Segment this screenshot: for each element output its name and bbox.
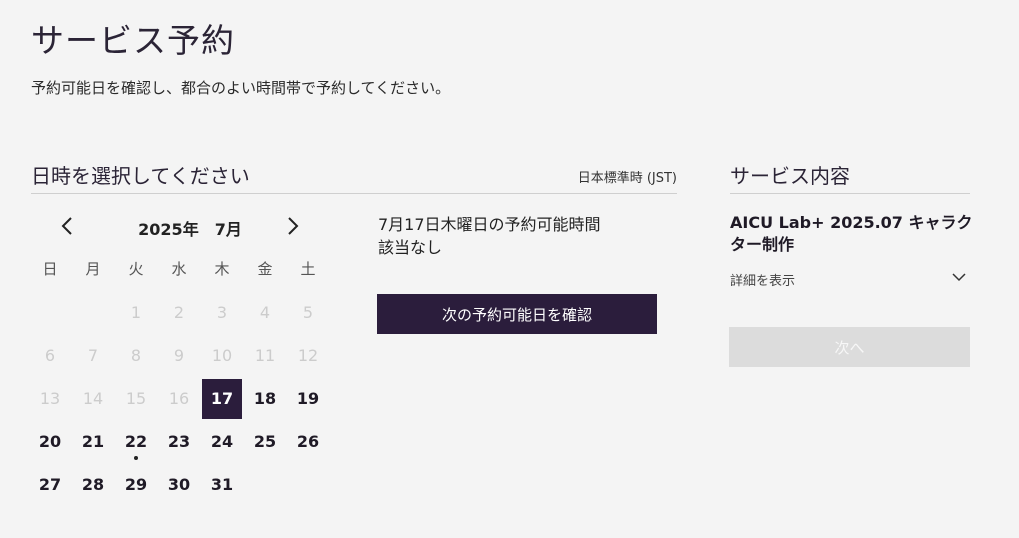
chevron-right-icon xyxy=(288,217,299,235)
calendar-day: 12 xyxy=(288,336,328,376)
availability-date-title: 7月17日木曜日の予約可能時間 xyxy=(378,215,601,234)
check-next-available-button[interactable]: 次の予約可能日を確認 xyxy=(377,294,657,334)
calendar-day[interactable]: 20 xyxy=(30,422,70,462)
calendar-day: 6 xyxy=(30,336,70,376)
calendar-day-label: 18 xyxy=(253,389,277,408)
calendar-day: 5 xyxy=(288,293,328,333)
calendar-day: 16 xyxy=(159,379,199,419)
divider xyxy=(730,193,970,194)
today-indicator-dot xyxy=(134,456,138,460)
weekday-label: 金 xyxy=(257,260,273,278)
calendar-day[interactable]: 25 xyxy=(245,422,285,462)
calendar-day-label: 24 xyxy=(210,432,234,451)
calendar-day-label: 5 xyxy=(302,303,314,322)
weekday-label: 月 xyxy=(85,260,101,278)
calendar-day: 3 xyxy=(202,293,242,333)
calendar-day-label: 26 xyxy=(296,432,320,451)
page-title: サービス予約 xyxy=(31,21,235,60)
calendar-day-label: 19 xyxy=(296,389,320,408)
calendar-day-label: 13 xyxy=(39,389,61,408)
weekday-label: 水 xyxy=(171,260,187,278)
chevron-down-icon xyxy=(952,273,966,282)
calendar-day-label: 1 xyxy=(130,303,142,322)
calendar-day-label: 12 xyxy=(297,346,319,365)
calendar-day: 14 xyxy=(73,379,113,419)
calendar-day-label: 8 xyxy=(130,346,142,365)
calendar-day: 7 xyxy=(73,336,113,376)
calendar-day-label: 9 xyxy=(173,346,185,365)
calendar-day-label: 17 xyxy=(210,389,234,408)
next-month-button[interactable] xyxy=(277,210,309,242)
datetime-heading: 日時を選択してください xyxy=(31,164,250,188)
calendar-day: 1 xyxy=(116,293,156,333)
next-button[interactable]: 次へ xyxy=(729,327,970,367)
calendar-day: 10 xyxy=(202,336,242,376)
calendar-day-label: 29 xyxy=(124,475,148,494)
calendar-day-label: 14 xyxy=(82,389,104,408)
calendar-day[interactable]: 22 xyxy=(116,422,156,462)
calendar-day-label: 7 xyxy=(87,346,99,365)
calendar-day: 13 xyxy=(30,379,70,419)
calendar-day-label: 23 xyxy=(167,432,191,451)
calendar-day[interactable]: 30 xyxy=(159,465,199,505)
calendar-day[interactable]: 19 xyxy=(288,379,328,419)
calendar-day-label: 27 xyxy=(38,475,62,494)
calendar-day: 8 xyxy=(116,336,156,376)
calendar-day-label: 4 xyxy=(259,303,271,322)
page-subtitle: 予約可能日を確認し、都合のよい時間帯で予約してください。 xyxy=(31,79,451,97)
calendar-day: 15 xyxy=(116,379,156,419)
calendar-day[interactable]: 17 xyxy=(202,379,242,419)
chevron-left-icon xyxy=(61,217,72,235)
divider xyxy=(31,193,677,194)
availability-status: 該当なし xyxy=(378,238,443,257)
calendar-day-label: 22 xyxy=(124,432,148,451)
weekday-label: 火 xyxy=(128,260,144,278)
calendar-day[interactable]: 31 xyxy=(202,465,242,505)
calendar-day[interactable]: 24 xyxy=(202,422,242,462)
calendar-day: 11 xyxy=(245,336,285,376)
prev-month-button[interactable] xyxy=(51,210,83,242)
weekday-label: 土 xyxy=(300,260,316,278)
weekday-label: 日 xyxy=(42,260,58,278)
calendar-day-label: 28 xyxy=(81,475,105,494)
service-heading: サービス内容 xyxy=(730,164,850,188)
calendar-day-label: 20 xyxy=(38,432,62,451)
weekday-label: 木 xyxy=(214,260,230,278)
calendar-day-label: 3 xyxy=(216,303,228,322)
month-label: 2025年 7月 xyxy=(138,220,242,239)
calendar-day-label: 10 xyxy=(211,346,233,365)
calendar-day-label: 16 xyxy=(168,389,190,408)
calendar-day: 2 xyxy=(159,293,199,333)
calendar-day: 4 xyxy=(245,293,285,333)
calendar-day[interactable]: 23 xyxy=(159,422,199,462)
service-name: AICU Lab+ 2025.07 キャラクター制作 xyxy=(730,213,973,254)
calendar-day-label: 21 xyxy=(81,432,105,451)
show-details-label: 詳細を表示 xyxy=(730,274,796,289)
month-navigation: 2025年 7月 xyxy=(45,210,315,242)
show-details-toggle[interactable]: 詳細を表示 xyxy=(730,268,970,292)
calendar-day[interactable]: 27 xyxy=(30,465,70,505)
calendar-day-label: 31 xyxy=(210,475,234,494)
calendar-day-label: 6 xyxy=(44,346,56,365)
calendar-day[interactable]: 29 xyxy=(116,465,156,505)
calendar-day-label: 11 xyxy=(254,346,276,365)
calendar-day[interactable]: 28 xyxy=(73,465,113,505)
calendar-day[interactable]: 21 xyxy=(73,422,113,462)
calendar-day: 9 xyxy=(159,336,199,376)
calendar-day-label: 25 xyxy=(253,432,277,451)
timezone-label: 日本標準時 (JST) xyxy=(577,171,677,186)
calendar-day-label: 30 xyxy=(167,475,191,494)
calendar-day-label: 2 xyxy=(173,303,185,322)
calendar-day[interactable]: 18 xyxy=(245,379,285,419)
calendar-day[interactable]: 26 xyxy=(288,422,328,462)
calendar-day-label: 15 xyxy=(125,389,147,408)
availability-info: 7月17日木曜日の予約可能時間 該当なし xyxy=(378,213,601,259)
